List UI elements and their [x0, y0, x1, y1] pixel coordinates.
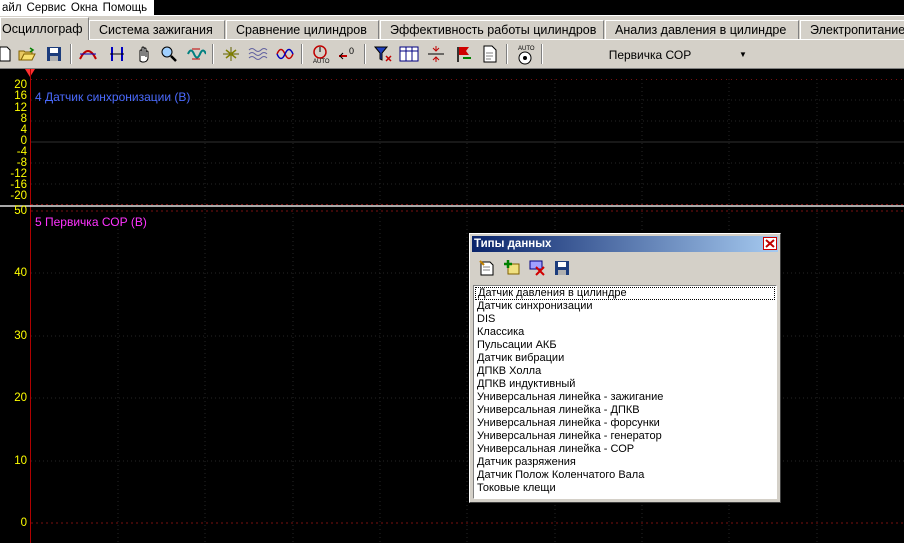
- ch2-tick: 40: [14, 267, 27, 279]
- ch1-tick: -20: [10, 190, 27, 202]
- chevron-down-icon[interactable]: ▼: [734, 50, 752, 59]
- tab-cylinder-compare[interactable]: Сравнение цилиндров: [226, 20, 379, 40]
- data-types-dialog: Типы данных Датчик давления в цилиндре Д…: [469, 233, 781, 503]
- list-item[interactable]: DIS: [474, 313, 776, 326]
- signal-icon[interactable]: [185, 44, 207, 64]
- channel2-label: 5 Первичка СОР (В): [35, 215, 147, 229]
- delete-icon[interactable]: [526, 257, 548, 279]
- save-icon[interactable]: [551, 257, 573, 279]
- list-item[interactable]: ДПКВ индуктивный: [474, 378, 776, 391]
- list-item[interactable]: Универсальная линейка - ДПКВ: [474, 404, 776, 417]
- zero-icon[interactable]: 0: [336, 44, 358, 64]
- svg-text:0: 0: [349, 46, 354, 56]
- zoom-icon[interactable]: [158, 44, 180, 64]
- dialog-title-bar[interactable]: Типы данных: [472, 236, 778, 252]
- svg-text:AUTO: AUTO: [518, 46, 535, 52]
- list-item[interactable]: Датчик Полож Коленчатого Вала: [474, 469, 776, 482]
- close-icon[interactable]: [763, 237, 777, 250]
- tab-cylinder-efficiency[interactable]: Эффективность работы цилиндров: [380, 20, 604, 40]
- list-item[interactable]: Классика: [474, 326, 776, 339]
- ch2-tick: 50: [14, 205, 27, 217]
- list-item[interactable]: Универсальная линейка - зажигание: [474, 391, 776, 404]
- list-item[interactable]: Датчик разряжения: [474, 456, 776, 469]
- list-item[interactable]: Токовые клещи: [474, 482, 776, 495]
- filter-icon[interactable]: [220, 44, 242, 64]
- cursor-icon[interactable]: [106, 44, 128, 64]
- auto-scale-icon[interactable]: AUTO: [514, 44, 536, 65]
- funnel-icon[interactable]: [372, 44, 394, 64]
- menu-bar: айл Сервис Окна Помощь: [0, 0, 154, 15]
- add-icon[interactable]: [501, 257, 523, 279]
- list-item[interactable]: Датчик синхронизации: [474, 300, 776, 313]
- menu-help[interactable]: Помощь: [101, 2, 150, 14]
- channel-select[interactable]: Первичка СОР ▼: [546, 45, 752, 64]
- curve-icon[interactable]: [77, 44, 99, 64]
- channel-select-value: Первичка СОР: [608, 47, 692, 62]
- menu-service[interactable]: Сервис: [25, 2, 69, 14]
- hand-icon[interactable]: [132, 44, 154, 64]
- list-item[interactable]: Датчик вибрации: [474, 352, 776, 365]
- channel-divider[interactable]: [0, 205, 904, 207]
- ch2-tick: 30: [14, 330, 27, 342]
- wave2-icon[interactable]: [274, 44, 296, 64]
- split-icon[interactable]: [425, 44, 447, 64]
- toolbar: AUTO 0 AUTO Первичка СОР ▼: [0, 39, 904, 69]
- flag-icon[interactable]: [452, 44, 474, 64]
- save-icon[interactable]: [43, 44, 65, 64]
- list-item[interactable]: Универсальная линейка - форсунки: [474, 417, 776, 430]
- new-icon[interactable]: [0, 44, 16, 64]
- ch2-tick: 20: [14, 392, 27, 404]
- tab-ignition-system[interactable]: Система зажигания: [89, 20, 225, 40]
- svg-text:AUTO: AUTO: [313, 59, 330, 64]
- grid-icon[interactable]: [398, 44, 420, 64]
- menu-windows[interactable]: Окна: [69, 2, 101, 14]
- menu-file[interactable]: айл: [0, 2, 25, 14]
- trigger-marker-icon[interactable]: [25, 69, 37, 79]
- list-item[interactable]: ДПКВ Холла: [474, 365, 776, 378]
- ch2-tick: 0: [20, 517, 27, 529]
- dialog-title: Типы данных: [474, 238, 552, 250]
- list-item[interactable]: Пульсации АКБ: [474, 339, 776, 352]
- tab-bar: Осциллограф Система зажигания Сравнение …: [0, 15, 904, 40]
- ch1-tick: 16: [14, 90, 27, 102]
- auto-icon[interactable]: AUTO: [309, 44, 331, 64]
- list-item[interactable]: Датчик давления в цилиндре: [475, 287, 775, 300]
- dialog-toolbar: [472, 254, 778, 282]
- tab-oscilloscope[interactable]: Осциллограф: [0, 17, 89, 40]
- tab-power-supply[interactable]: Электропитание: [800, 20, 904, 40]
- channel1-label: 4 Датчик синхронизации (В): [35, 90, 191, 104]
- ch2-tick: 10: [14, 455, 27, 467]
- edit-icon[interactable]: [476, 257, 498, 279]
- list-item[interactable]: Универсальная линейка - СОР: [474, 443, 776, 456]
- tab-pressure-analysis[interactable]: Анализ давления в цилиндре: [605, 20, 799, 40]
- page-icon[interactable]: [479, 44, 501, 64]
- wave-icon[interactable]: [247, 44, 269, 64]
- list-item[interactable]: Универсальная линейка - генератор: [474, 430, 776, 443]
- open-icon[interactable]: [16, 44, 38, 64]
- data-types-list[interactable]: Датчик давления в цилиндре Датчик синхро…: [473, 285, 777, 499]
